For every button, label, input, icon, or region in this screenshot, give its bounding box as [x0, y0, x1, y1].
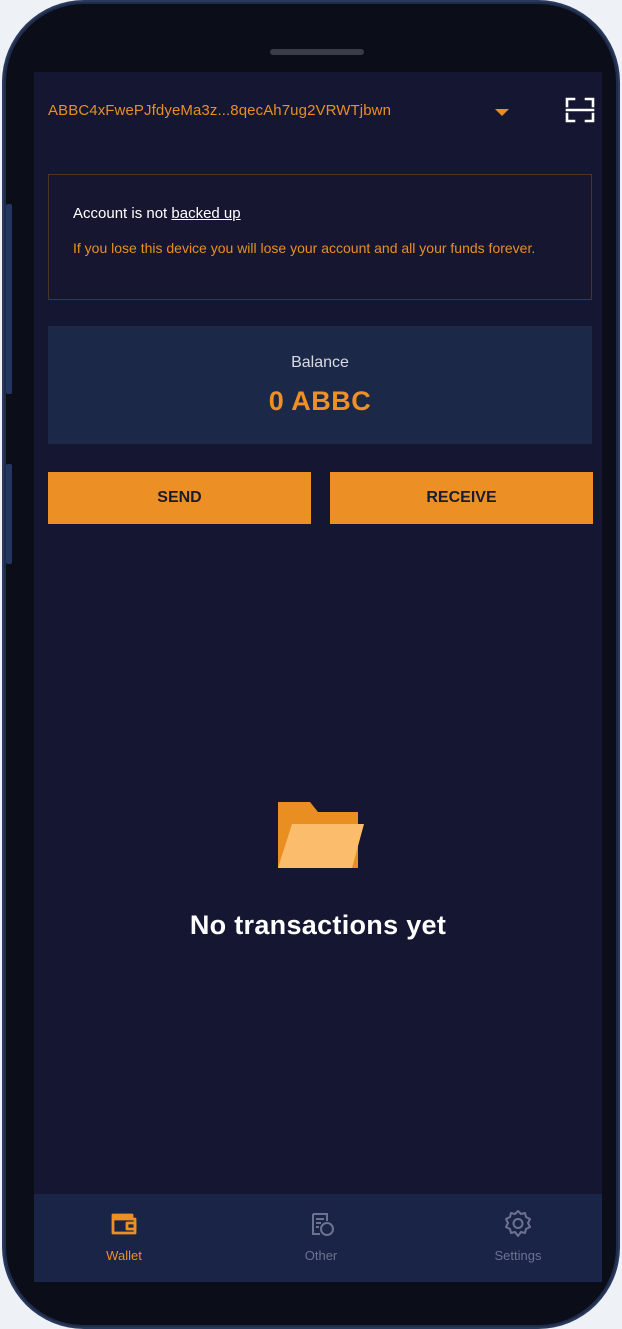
backed-up-link[interactable]: backed up [171, 205, 240, 222]
gear-icon [505, 1210, 531, 1237]
backup-warning-title: Account is not backed up [73, 205, 241, 222]
backup-warning-card: Account is not backed up If you lose thi… [48, 174, 592, 300]
nav-label-settings: Settings [494, 1248, 542, 1263]
caret-down-icon[interactable] [495, 109, 509, 116]
power-button [6, 464, 12, 564]
balance-card: Balance 0 ABBC [48, 326, 592, 444]
receive-button[interactable]: RECEIVE [330, 472, 593, 524]
nav-item-settings[interactable]: Settings [448, 1194, 588, 1282]
empty-transactions-message: No transactions yet [189, 910, 447, 940]
wallet-icon [111, 1213, 137, 1235]
other-icon [312, 1213, 334, 1236]
volume-button [6, 204, 12, 394]
app-screen: ABBC4xFwePJfdyeMa3z...8qecAh7ug2VRWTjbwn… [34, 72, 602, 1282]
backup-warning-message: If you lose this device you will lose yo… [73, 240, 536, 256]
app-header: ABBC4xFwePJfdyeMa3z...8qecAh7ug2VRWTjbwn [34, 72, 602, 152]
nav-label-wallet: Wallet [106, 1248, 142, 1263]
send-button[interactable]: SEND [48, 472, 311, 524]
backup-warning-prefix: Account is not [73, 205, 172, 222]
bottom-navigation: Wallet Other Settings [34, 1194, 602, 1282]
qr-scan-icon[interactable] [565, 97, 595, 123]
balance-value: 0 ABBC [268, 386, 372, 416]
folder-open-icon [278, 802, 364, 868]
earpiece-speaker [270, 49, 364, 55]
nav-item-other[interactable]: Other [251, 1194, 391, 1282]
nav-label-other: Other [304, 1248, 338, 1263]
phone-bottom-bezel [6, 1282, 616, 1325]
account-address-selector[interactable]: ABBC4xFwePJfdyeMa3z...8qecAh7ug2VRWTjbwn [48, 102, 391, 119]
nav-item-wallet[interactable]: Wallet [54, 1194, 194, 1282]
phone-frame: ABBC4xFwePJfdyeMa3z...8qecAh7ug2VRWTjbwn… [6, 4, 616, 1325]
balance-label: Balance [291, 354, 349, 371]
